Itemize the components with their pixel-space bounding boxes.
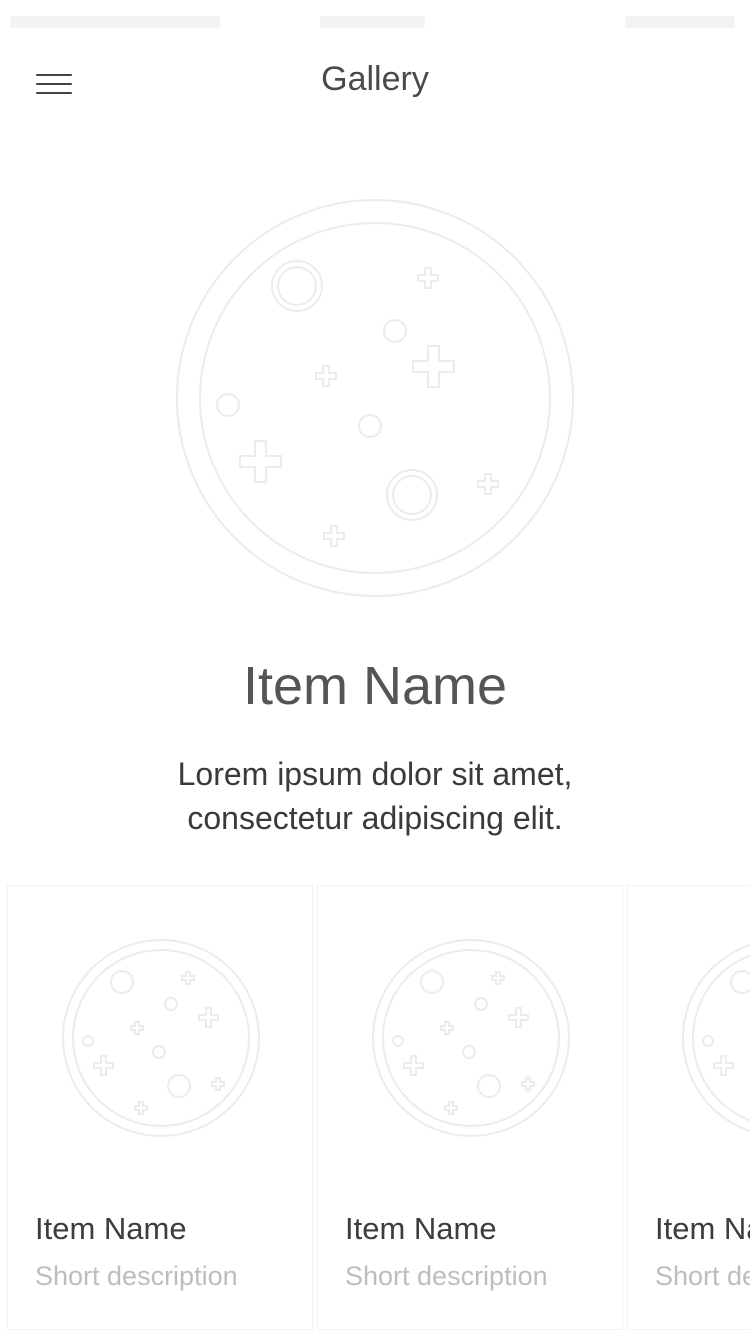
card-title: Item Name [655, 1211, 750, 1246]
hero-item-description: Lorem ipsum dolor sit amet, consectetur … [125, 752, 625, 840]
item-card[interactable]: Item Name Short description [317, 885, 623, 1330]
hero-description-line-1: Lorem ipsum dolor sit amet, [177, 756, 573, 792]
planet-placeholder-icon [176, 199, 574, 597]
card-description: Short description [345, 1261, 548, 1291]
card-title: Item Name [345, 1211, 497, 1246]
hero-description-line-2: consectetur adipiscing elit. [187, 800, 563, 836]
planet-placeholder-icon [62, 939, 260, 1137]
card-description: Short description [35, 1261, 238, 1291]
planet-placeholder-icon [682, 943, 750, 1133]
card-title: Item Name [35, 1211, 187, 1246]
planet-placeholder-icon [372, 939, 570, 1137]
hero-item-name: Item Name [242, 656, 508, 716]
item-card[interactable]: Item Name Short description [627, 885, 750, 1330]
item-card[interactable]: Item Name Short description [7, 885, 313, 1330]
card-description: Short description [655, 1261, 750, 1291]
item-carousel[interactable]: Item Name Short description Item Name Sh… [0, 885, 750, 1334]
gallery-screen: Gallery Item Name Lorem ipsum dolor sit … [0, 0, 750, 1334]
status-bar [0, 0, 750, 40]
page-title: Gallery [321, 60, 429, 98]
app-header: Gallery [0, 40, 750, 130]
